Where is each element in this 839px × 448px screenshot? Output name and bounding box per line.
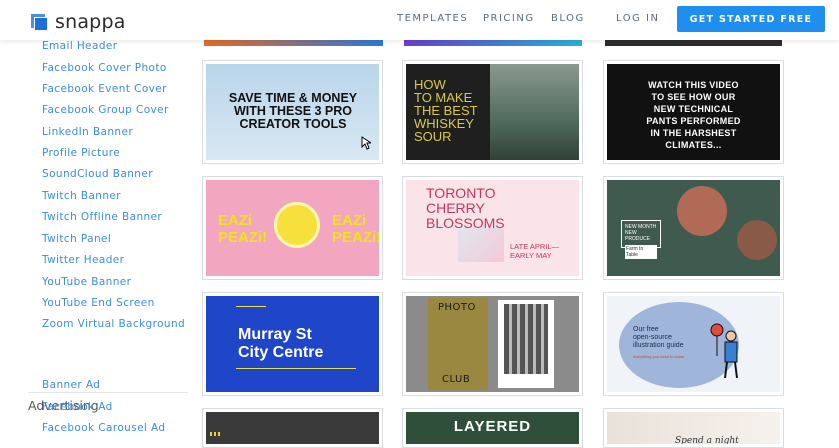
person-illustration-icon: [710, 323, 738, 379]
template-tile[interactable]: [202, 408, 383, 448]
sidebar-item-facebook-event-cover[interactable]: Facebook Event Cover: [42, 83, 167, 95]
template-tile[interactable]: LAYERED: [402, 408, 583, 448]
template-decoration: [210, 432, 220, 436]
sidebar-item-profile-picture[interactable]: Profile Picture: [42, 147, 120, 159]
template-photo: [458, 228, 504, 262]
sidebar-item-twitch-offline-banner[interactable]: Twitch Offline Banner: [42, 211, 162, 223]
template-text: WATCH THIS VIDEO TO SEE HOW OUR NEW TECHNI…: [646, 80, 741, 150]
sidebar-item-email-header[interactable]: Email Header: [42, 40, 118, 52]
template-tile[interactable]: PHOTO CLUB: [402, 292, 583, 396]
template-photo: [737, 220, 777, 260]
sidebar-item-twitter-header[interactable]: Twitter Header: [42, 254, 124, 266]
sidebar-item-twitch-panel[interactable]: Twitch Panel: [42, 233, 111, 245]
sidebar-item-facebook-group-cover[interactable]: Facebook Group Cover: [42, 104, 169, 116]
template-tile-partial[interactable]: [605, 40, 782, 46]
template-tile[interactable]: NEW MONTH NEW PRODUCE Farm to Table: [603, 176, 784, 280]
template-text: EAZi PEAZi!: [218, 212, 268, 246]
get-started-button[interactable]: GET STARTED FREE: [677, 6, 825, 32]
template-text: HOW TO MAKE THE BEST WHISKEY SOUR: [414, 77, 478, 144]
lemon-icon: [274, 202, 320, 248]
template-photo-bar: [490, 64, 579, 160]
template-decoration: [236, 306, 266, 312]
sidebar-item-facebook-carousel-ad[interactable]: Facebook Carousel Ad: [42, 422, 165, 434]
logo-text: snappa: [55, 11, 126, 33]
sidebar-item-soundcloud-banner[interactable]: SoundCloud Banner: [42, 168, 153, 180]
template-tile[interactable]: SAVE TIME & MONEY WITH THESE 3 PRO CREAT…: [202, 60, 383, 164]
template-decoration: [236, 368, 356, 378]
top-nav: snappa TEMPLATES PRICING BLOG LOG IN GET…: [0, 0, 839, 40]
sidebar-item-linkedin-banner[interactable]: LinkedIn Banner: [42, 126, 133, 138]
template-text: Spend a night: [675, 436, 739, 444]
nav-login[interactable]: LOG IN: [616, 13, 659, 24]
nav-pricing[interactable]: PRICING: [483, 13, 535, 24]
template-text: EAZi PEAZi!: [332, 212, 379, 246]
template-tile[interactable]: WATCH THIS VIDEO TO SEE HOW OUR NEW TECHNI…: [603, 60, 784, 164]
template-text: Our free open-source illustration guide ev…: [633, 326, 684, 359]
template-text: SAVE TIME & MONEY WITH THESE 3 PRO CREAT…: [228, 91, 358, 131]
sidebar-item-twitch-banner[interactable]: Twitch Banner: [42, 190, 121, 202]
template-badge: NEW MONTH NEW PRODUCE Farm to Table: [621, 220, 661, 259]
template-tile[interactable]: TORONTO CHERRY BLOSSOMS LATE APRIL— EARLY …: [402, 176, 583, 280]
snappa-logo-icon: [31, 13, 48, 31]
template-text: LAYERED: [453, 418, 532, 435]
template-tile-partial[interactable]: [404, 40, 582, 46]
sidebar-item-youtube-banner[interactable]: YouTube Banner: [42, 276, 131, 288]
sidebar-item-facebook-ad[interactable]: Facebook Ad: [42, 401, 113, 413]
template-tile-partial[interactable]: [204, 40, 383, 46]
mouse-cursor-icon: [361, 136, 371, 150]
sidebar: Email Header Facebook Cover Photo Facebo…: [0, 40, 190, 445]
template-tile[interactable]: HOW TO MAKE THE BEST WHISKEY SOUR: [402, 60, 583, 164]
sidebar-item-youtube-end-screen[interactable]: YouTube End Screen: [42, 297, 155, 309]
template-date: LATE APRIL— EARLY MAY: [510, 242, 560, 260]
sidebar-item-facebook-cover-photo[interactable]: Facebook Cover Photo: [42, 62, 167, 74]
template-text: Murray St City Centre: [238, 326, 324, 361]
template-tile[interactable]: Murray St City Centre: [202, 292, 383, 396]
nav-blog[interactable]: BLOG: [551, 13, 585, 24]
nav-templates[interactable]: TEMPLATES: [397, 13, 468, 24]
sidebar-divider: [28, 392, 188, 393]
sidebar-item-zoom-virtual-background[interactable]: Zoom Virtual Background: [42, 318, 185, 330]
sidebar-item-banner-ad[interactable]: Banner Ad: [42, 379, 100, 391]
snappa-logo[interactable]: snappa: [31, 11, 126, 33]
template-text: TORONTO CHERRY BLOSSOMS: [426, 185, 505, 231]
template-photo: [677, 186, 727, 236]
template-tile[interactable]: Spend a night: [603, 408, 784, 448]
template-tile[interactable]: Our free open-source illustration guide ev…: [603, 292, 784, 396]
template-photo: PHOTO CLUB: [428, 298, 488, 390]
template-tile[interactable]: EAZi PEAZi! EAZi PEAZi!: [202, 176, 383, 280]
building-photo: [504, 304, 548, 374]
